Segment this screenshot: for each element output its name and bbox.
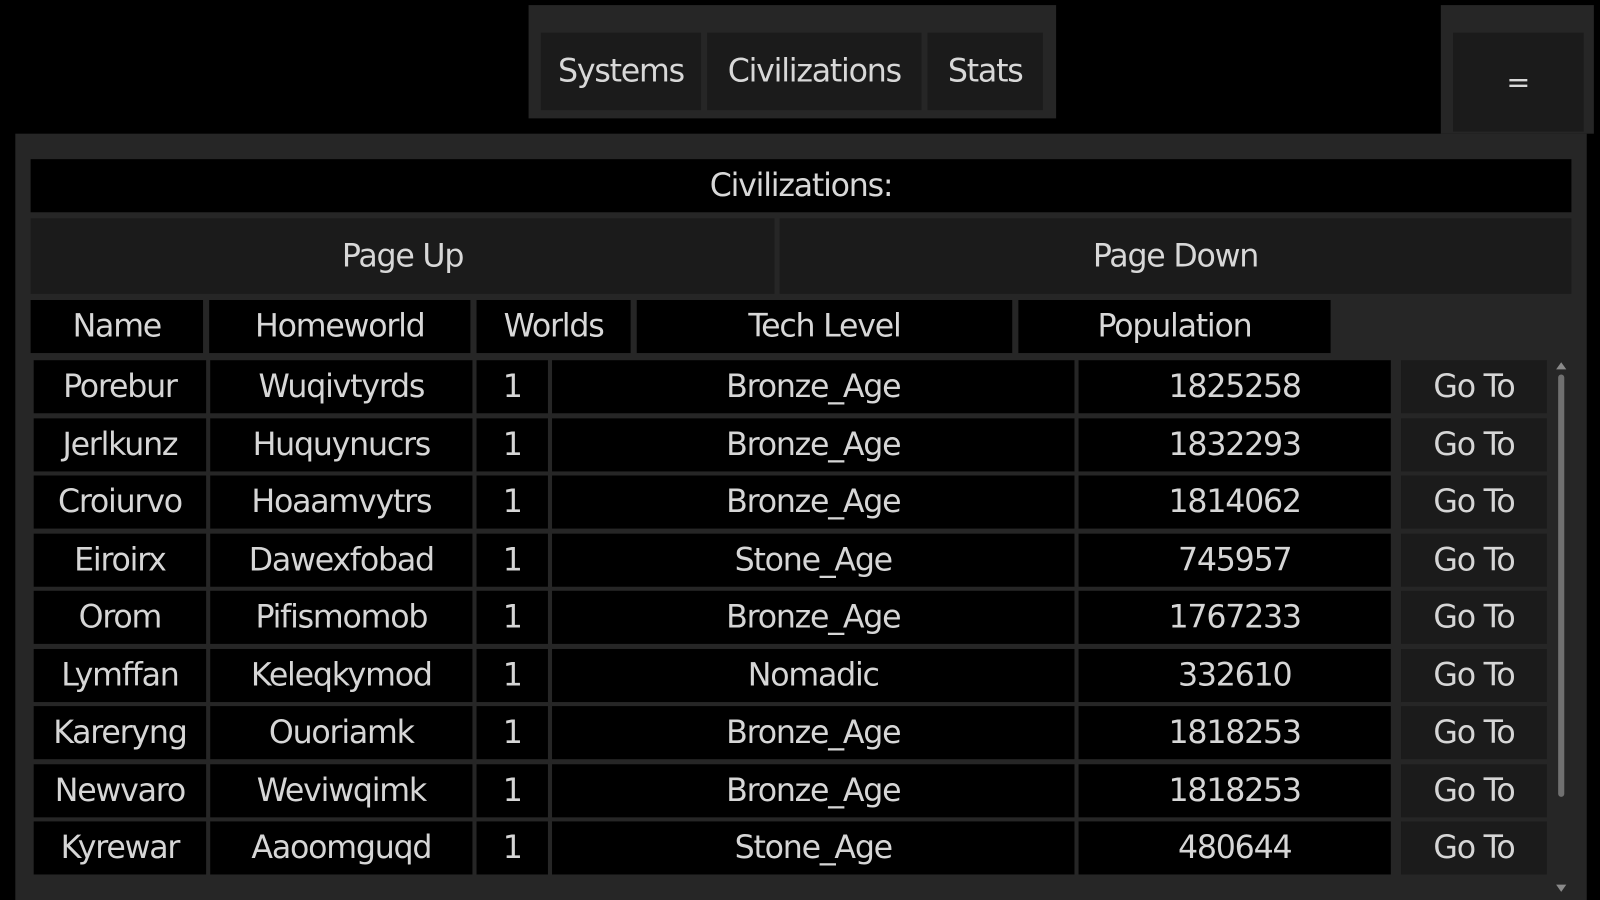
row-homeworld: Hoaamvytrs: [210, 475, 473, 529]
row-population: 1814062: [1078, 475, 1391, 529]
go-to-button[interactable]: Go To: [1401, 533, 1547, 587]
row-worlds: 1: [476, 706, 548, 760]
game-ui: Systems Civilizations Stats = Civilizati…: [0, 0, 1600, 900]
go-to-button[interactable]: Go To: [1401, 763, 1547, 817]
row-homeworld: Wuqivtyrds: [210, 360, 473, 414]
go-to-button[interactable]: Go To: [1401, 706, 1547, 760]
row-tech-level: Stone_Age: [552, 533, 1075, 587]
scroll-down-arrow-icon[interactable]: [1556, 884, 1567, 892]
tab-systems[interactable]: Systems: [540, 32, 702, 111]
page-down-button[interactable]: Page Down: [779, 218, 1572, 294]
row-worlds: 1: [476, 648, 548, 702]
row-tech-level: Bronze_Age: [552, 360, 1075, 414]
go-to-button[interactable]: Go To: [1401, 590, 1547, 644]
column-header-name: Name: [30, 299, 204, 354]
row-name: Lymffan: [33, 648, 207, 702]
table-row: Newvaro Weviwqimk 1 Bronze_Age 1818253 Go To: [33, 763, 1547, 817]
tab-bar: Systems Civilizations Stats: [528, 5, 1057, 119]
go-to-button[interactable]: Go To: [1401, 360, 1547, 414]
row-homeworld: Pifismomob: [210, 590, 473, 644]
row-name: Porebur: [33, 360, 207, 414]
row-population: 1818253: [1078, 763, 1391, 817]
scrollbar[interactable]: [1552, 360, 1570, 894]
column-header-population: Population: [1018, 299, 1331, 354]
table-row: Orom Pifismomob 1 Bronze_Age 1767233 Go To: [33, 590, 1547, 644]
table-row: Kareryng Ouoriamk 1 Bronze_Age 1818253 Go To: [33, 706, 1547, 760]
row-worlds: 1: [476, 533, 548, 587]
row-worlds: 1: [476, 360, 548, 414]
civilizations-panel: Civilizations: Page Up Page Down Name Ho…: [15, 133, 1587, 900]
row-homeworld: Ouoriamk: [210, 706, 473, 760]
table-row: Jerlkunz Huquynucrs 1 Bronze_Age 1832293 Go T…: [33, 417, 1547, 471]
row-population: 1767233: [1078, 590, 1391, 644]
row-tech-level: Bronze_Age: [552, 475, 1075, 529]
row-name: Croiurvo: [33, 475, 207, 529]
table-row: Porebur Wuqivtyrds 1 Bronze_Age 1825258 Go To: [33, 360, 1547, 414]
row-tech-level: Stone_Age: [552, 821, 1075, 875]
row-tech-level: Bronze_Age: [552, 763, 1075, 817]
scrollbar-thumb[interactable]: [1558, 374, 1565, 797]
column-header-worlds: Worlds: [476, 299, 631, 354]
row-worlds: 1: [476, 417, 548, 471]
go-to-button[interactable]: Go To: [1401, 475, 1547, 529]
row-name: Kareryng: [33, 706, 207, 760]
menu-button[interactable]: =: [1453, 32, 1584, 132]
row-population: 1832293: [1078, 417, 1391, 471]
row-homeworld: Huquynucrs: [210, 417, 473, 471]
row-homeworld: Weviwqimk: [210, 763, 473, 817]
menu-panel: =: [1440, 5, 1594, 134]
table-row: Croiurvo Hoaamvytrs 1 Bronze_Age 1814062 Go T…: [33, 475, 1547, 529]
row-homeworld: Dawexfobad: [210, 533, 473, 587]
tab-civilizations[interactable]: Civilizations: [707, 32, 922, 111]
row-name: Jerlkunz: [33, 417, 207, 471]
row-tech-level: Bronze_Age: [552, 706, 1075, 760]
row-worlds: 1: [476, 590, 548, 644]
scroll-up-arrow-icon[interactable]: [1556, 362, 1567, 370]
row-population: 480644: [1078, 821, 1391, 875]
row-homeworld: Aaoomguqd: [210, 821, 473, 875]
go-to-button[interactable]: Go To: [1401, 821, 1547, 875]
row-tech-level: Bronze_Age: [552, 417, 1075, 471]
table-row: Eiroirx Dawexfobad 1 Stone_Age 745957 Go To: [33, 533, 1547, 587]
table-row: Lymffan Keleqkymod 1 Nomadic 332610 Go To: [33, 648, 1547, 702]
row-population: 745957: [1078, 533, 1391, 587]
table-row: Kyrewar Aaoomguqd 1 Stone_Age 480644 Go To: [33, 821, 1547, 875]
row-population: 1825258: [1078, 360, 1391, 414]
go-to-button[interactable]: Go To: [1401, 648, 1547, 702]
row-population: 1818253: [1078, 706, 1391, 760]
row-worlds: 1: [476, 475, 548, 529]
row-worlds: 1: [476, 821, 548, 875]
column-header-tech-level: Tech Level: [636, 299, 1013, 354]
row-name: Kyrewar: [33, 821, 207, 875]
tab-stats[interactable]: Stats: [927, 32, 1043, 111]
row-tech-level: Nomadic: [552, 648, 1075, 702]
row-population: 332610: [1078, 648, 1391, 702]
column-header-homeworld: Homeworld: [209, 299, 471, 354]
panel-title: Civilizations:: [30, 159, 1572, 213]
row-name: Eiroirx: [33, 533, 207, 587]
row-name: Newvaro: [33, 763, 207, 817]
row-homeworld: Keleqkymod: [210, 648, 473, 702]
go-to-button[interactable]: Go To: [1401, 417, 1547, 471]
row-worlds: 1: [476, 763, 548, 817]
page-up-button[interactable]: Page Up: [30, 218, 775, 294]
row-name: Orom: [33, 590, 207, 644]
row-tech-level: Bronze_Age: [552, 590, 1075, 644]
